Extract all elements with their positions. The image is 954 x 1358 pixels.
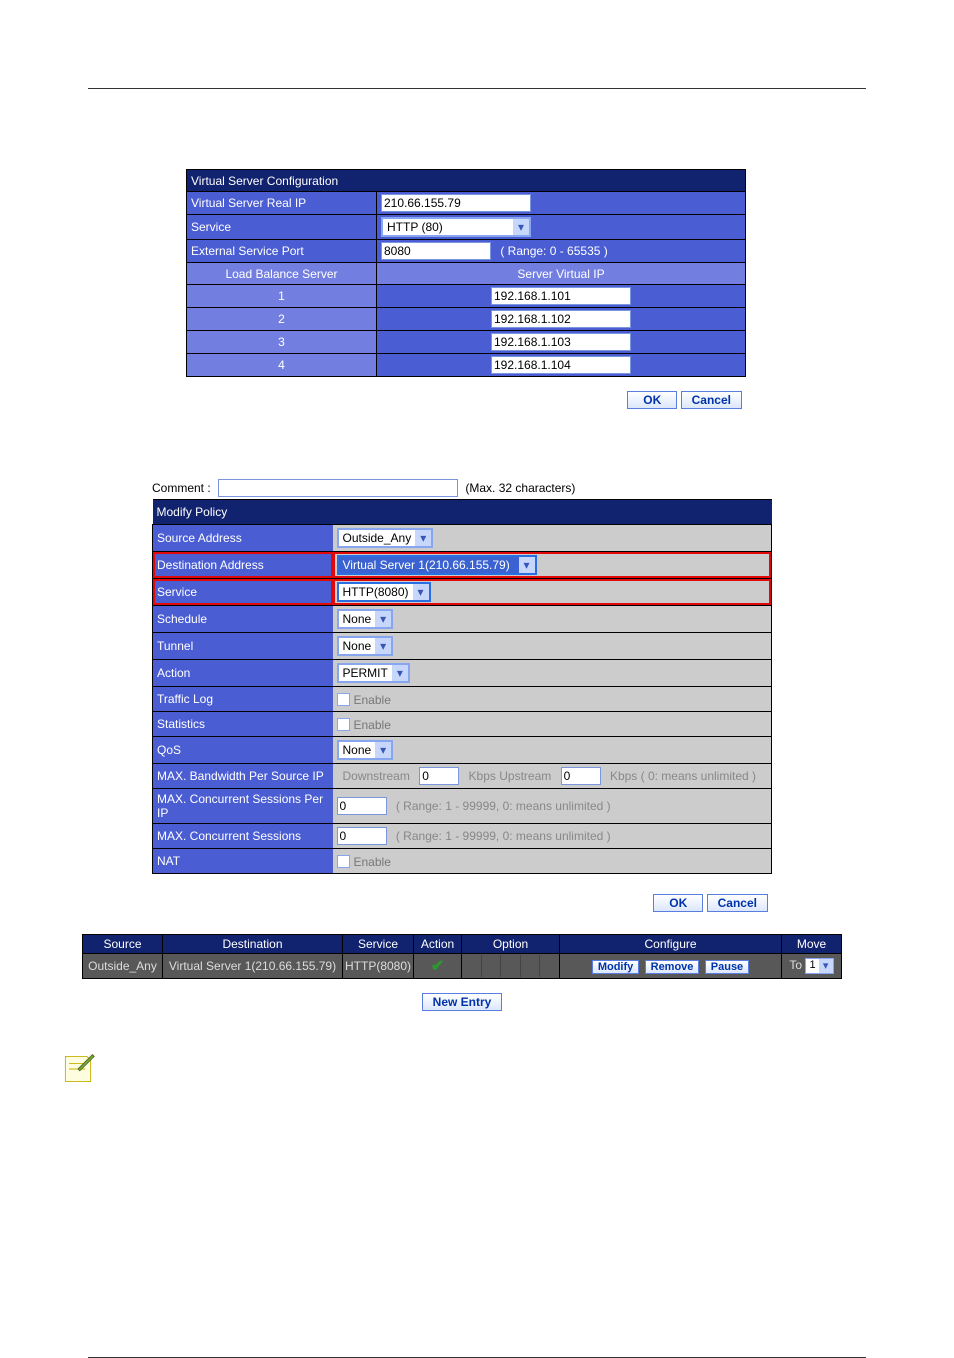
modify-policy-table: Modify Policy Source Address Outside_Any… bbox=[152, 499, 772, 874]
bw-mid-label: Kbps Upstream bbox=[469, 769, 552, 783]
policy-summary-table: Source Destination Service Action Option… bbox=[82, 934, 842, 979]
statistics-label: Statistics bbox=[153, 712, 333, 737]
cancel-button[interactable]: Cancel bbox=[707, 894, 768, 912]
col-dest: Destination bbox=[163, 935, 343, 954]
vs-title: Virtual Server Configuration bbox=[187, 170, 746, 192]
chevron-down-icon: ▾ bbox=[375, 611, 391, 627]
bw-label: MAX. Bandwidth Per Source IP bbox=[153, 764, 333, 789]
vs-ip-input-4[interactable] bbox=[491, 356, 631, 374]
ok-button[interactable]: OK bbox=[653, 894, 703, 912]
vs-lb-header: Load Balance Server bbox=[187, 263, 377, 285]
ok-button[interactable]: OK bbox=[627, 391, 677, 409]
chevron-down-icon: ▾ bbox=[415, 530, 431, 546]
action-label: Action bbox=[153, 660, 333, 687]
nat-label: NAT bbox=[153, 849, 333, 874]
col-action: Action bbox=[414, 935, 462, 954]
remove-button[interactable]: Remove bbox=[645, 960, 700, 974]
qos-label: QoS bbox=[153, 737, 333, 764]
sess-ip-label: MAX. Concurrent Sessions Per IP bbox=[153, 789, 333, 824]
col-service: Service bbox=[343, 935, 414, 954]
policy-title: Modify Policy bbox=[153, 500, 772, 525]
comment-label: Comment : bbox=[152, 481, 211, 495]
virtual-server-config-table: Virtual Server Configuration Virtual Ser… bbox=[186, 169, 746, 377]
vs-vip-header: Server Virtual IP bbox=[377, 263, 746, 285]
vs-row-num: 1 bbox=[187, 285, 377, 308]
vs-ext-port-input[interactable] bbox=[381, 242, 491, 260]
action-select[interactable]: PERMIT ▾ bbox=[337, 663, 410, 683]
new-entry-button[interactable]: New Entry bbox=[422, 993, 503, 1011]
chevron-down-icon: ▾ bbox=[392, 665, 408, 681]
service-select[interactable]: HTTP(8080) ▾ bbox=[337, 582, 431, 602]
schedule-label: Schedule bbox=[153, 606, 333, 633]
service-label: Service bbox=[153, 579, 333, 606]
note-icon bbox=[60, 1051, 96, 1087]
vs-service-select[interactable]: HTTP (80) ▾ bbox=[381, 217, 531, 237]
chevron-down-icon: ▾ bbox=[513, 219, 529, 235]
chevron-down-icon: ▾ bbox=[375, 742, 391, 758]
comment-max: (Max. 32 characters) bbox=[465, 481, 575, 495]
dst-addr-select[interactable]: Virtual Server 1(210.66.155.79) ▾ bbox=[337, 555, 537, 575]
vs-ip-input-1[interactable] bbox=[491, 287, 631, 305]
summary-row: Outside_Any Virtual Server 1(210.66.155.… bbox=[83, 954, 842, 979]
permit-check-icon: ✔ bbox=[431, 956, 444, 976]
vs-row-num: 4 bbox=[187, 354, 377, 377]
chevron-down-icon: ▾ bbox=[413, 584, 429, 600]
move-to-label: To bbox=[789, 958, 802, 972]
tunnel-select[interactable]: None ▾ bbox=[337, 636, 394, 656]
qos-select[interactable]: None ▾ bbox=[337, 740, 394, 760]
chevron-down-icon: ▾ bbox=[375, 638, 391, 654]
comment-input[interactable] bbox=[218, 479, 458, 497]
sess-input[interactable] bbox=[337, 827, 387, 845]
schedule-select[interactable]: None ▾ bbox=[337, 609, 394, 629]
vs-real-ip-label: Virtual Server Real IP bbox=[187, 192, 377, 215]
bw-up-input[interactable] bbox=[561, 767, 601, 785]
traffic-log-label: Traffic Log bbox=[153, 687, 333, 712]
col-option: Option bbox=[462, 935, 560, 954]
cell-option bbox=[462, 954, 560, 979]
src-addr-select[interactable]: Outside_Any ▾ bbox=[337, 528, 434, 548]
sess-label: MAX. Concurrent Sessions bbox=[153, 824, 333, 849]
col-move: Move bbox=[782, 935, 842, 954]
bw-tail-label: Kbps ( 0: means unlimited ) bbox=[610, 769, 756, 783]
cancel-button[interactable]: Cancel bbox=[681, 391, 742, 409]
sess-range: ( Range: 1 - 99999, 0: means unlimited ) bbox=[396, 829, 611, 843]
col-source: Source bbox=[83, 935, 163, 954]
modify-button[interactable]: Modify bbox=[592, 960, 639, 974]
vs-row-num: 3 bbox=[187, 331, 377, 354]
col-configure: Configure bbox=[560, 935, 782, 954]
cell-configure: Modify Remove Pause bbox=[560, 954, 782, 979]
cell-dest: Virtual Server 1(210.66.155.79) bbox=[163, 954, 343, 979]
pause-button[interactable]: Pause bbox=[705, 960, 749, 974]
move-select[interactable]: 1 ▾ bbox=[805, 958, 833, 974]
cell-service: HTTP(8080) bbox=[343, 954, 414, 979]
vs-ext-port-label: External Service Port bbox=[187, 240, 377, 263]
sess-ip-range: ( Range: 1 - 99999, 0: means unlimited ) bbox=[396, 799, 611, 813]
chevron-down-icon: ▾ bbox=[519, 557, 535, 573]
vs-row-num: 2 bbox=[187, 308, 377, 331]
src-addr-label: Source Address bbox=[153, 525, 333, 552]
vs-ext-port-range: ( Range: 0 - 65535 ) bbox=[500, 244, 607, 258]
vs-real-ip-input[interactable] bbox=[381, 194, 531, 212]
vs-service-label: Service bbox=[187, 215, 377, 240]
traffic-log-checkbox[interactable] bbox=[337, 693, 350, 706]
vs-ip-input-2[interactable] bbox=[491, 310, 631, 328]
cell-action: ✔ bbox=[414, 954, 462, 979]
cell-move: To 1 ▾ bbox=[782, 954, 842, 979]
bw-down-input[interactable] bbox=[419, 767, 459, 785]
sess-ip-input[interactable] bbox=[337, 797, 387, 815]
vs-ip-input-3[interactable] bbox=[491, 333, 631, 351]
cell-source: Outside_Any bbox=[83, 954, 163, 979]
bw-down-label: Downstream bbox=[343, 769, 410, 783]
tunnel-label: Tunnel bbox=[153, 633, 333, 660]
statistics-checkbox[interactable] bbox=[337, 718, 350, 731]
nat-checkbox[interactable] bbox=[337, 855, 350, 868]
chevron-down-icon: ▾ bbox=[819, 959, 833, 973]
dst-addr-label: Destination Address bbox=[153, 552, 333, 579]
comment-row: Comment : (Max. 32 characters) bbox=[152, 479, 772, 497]
